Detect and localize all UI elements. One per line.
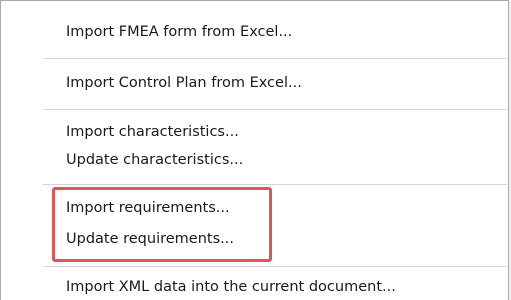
menu-separator (43, 266, 507, 267)
menu-item-update-characteristics[interactable]: Update characteristics... (66, 151, 243, 169)
menu-item-import-xml-data[interactable]: Import XML data into the current documen… (66, 278, 396, 296)
annotation-highlight-box (52, 187, 272, 262)
menu-separator (43, 184, 507, 185)
menu-separator (43, 58, 507, 59)
context-menu: Import FMEA form from Excel... Import Co… (0, 0, 509, 300)
menu-separator (43, 109, 507, 110)
menu-item-import-control-plan[interactable]: Import Control Plan from Excel... (66, 74, 302, 92)
menu-item-import-characteristics[interactable]: Import characteristics... (66, 123, 239, 141)
menu-item-import-fmea-form[interactable]: Import FMEA form from Excel... (66, 23, 292, 41)
